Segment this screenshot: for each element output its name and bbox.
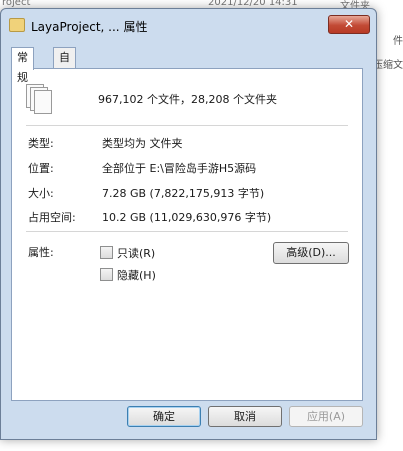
title-bar[interactable]: LayaProject, ... 属性 ✕ [1,9,376,39]
readonly-label[interactable]: 只读(R) [117,245,155,261]
background-item-name: roject [2,0,31,8]
size-on-disk-value: 10.2 GB (11,029,630,976 字节) [102,211,272,224]
tab-customize[interactable]: 自定义 [53,47,76,104]
separator [26,125,348,126]
background-item-date: 2021/12/20 14:31 [208,0,298,8]
window-title: LayaProject, ... 属性 [31,20,148,34]
file-count-summary: 967,102 个文件，28,208 个文件夹 [98,93,277,106]
type-value: 类型均为 文件夹 [102,137,183,150]
close-icon: ✕ [343,17,355,31]
size-value: 7.28 GB (7,822,175,913 字节) [102,187,265,200]
multiple-files-icon [26,84,52,114]
cancel-button[interactable]: 取消 [208,406,282,427]
advanced-button[interactable]: 高级(D)... [273,242,349,264]
hidden-checkbox[interactable] [100,268,113,281]
apply-button[interactable]: 应用(A) [289,406,363,427]
type-label: 类型: [28,137,54,150]
size-label: 大小: [28,187,54,200]
tab-general[interactable]: 常规 [11,47,34,84]
readonly-checkbox[interactable] [100,246,113,259]
general-tab-panel: 967,102 个文件，28,208 个文件夹 类型: 类型均为 文件夹 位置:… [11,68,363,401]
location-label: 位置: [28,162,54,175]
size-on-disk-label: 占用空间: [28,211,76,224]
location-value: 全部位于 E:\冒险岛手游H5源码 [102,162,257,175]
attributes-label: 属性: [28,246,54,259]
hidden-label[interactable]: 隐藏(H) [117,267,156,283]
separator [26,231,348,232]
properties-dialog: LayaProject, ... 属性 ✕ 常规 自定义 967,102 个文件… [0,8,377,440]
close-button[interactable]: ✕ [328,15,370,34]
ok-button[interactable]: 确定 [127,406,201,427]
folder-icon [9,18,25,32]
